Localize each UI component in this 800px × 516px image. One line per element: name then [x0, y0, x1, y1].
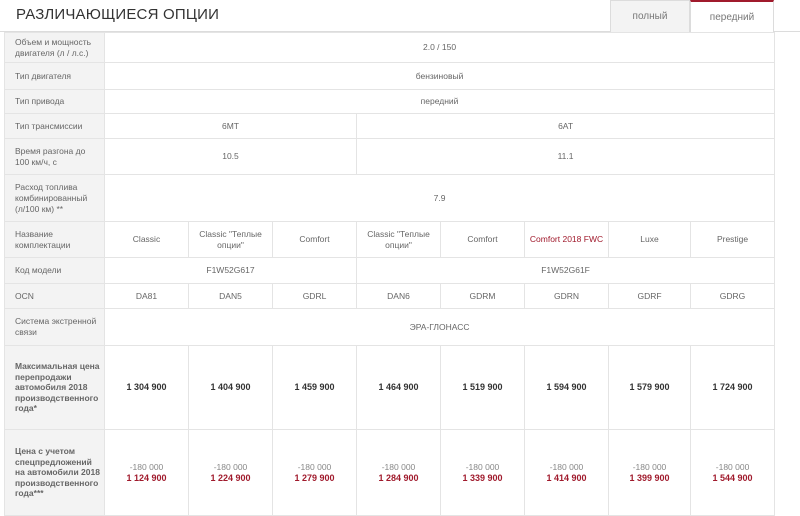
- discount-value: -180 000: [213, 461, 248, 472]
- row-engine-volume: Объем и мощность двигателя (л / л.с.) 2.…: [4, 32, 776, 63]
- row-label: Тип двигателя: [4, 62, 105, 90]
- cell-special-price: -180 000 1 284 900: [356, 429, 441, 516]
- row-label: Система экстренной связи: [4, 308, 105, 346]
- cell-value: F1W52G61F: [355, 257, 776, 284]
- discount-value: -180 000: [129, 461, 164, 472]
- final-price: 1 414 900: [546, 472, 587, 483]
- row-transmission: Тип трансмиссии 6MT 6AT: [4, 113, 776, 139]
- row-emergency-system: Система экстренной связи ЭРА-ГЛОНАСС: [4, 308, 776, 346]
- row-label: Объем и мощность двигателя (л / л.с.): [4, 32, 105, 63]
- cell-value: 6AT: [355, 113, 776, 139]
- cell-trim: Prestige: [689, 221, 776, 258]
- row-label: Расход топлива комбинированный (л/100 км…: [4, 174, 105, 222]
- row-label: Код модели: [4, 257, 105, 284]
- discount-value: -180 000: [549, 461, 584, 472]
- final-price: 1 124 900: [126, 472, 167, 483]
- final-price: 1 399 900: [629, 472, 670, 483]
- final-price: 1 224 900: [210, 472, 251, 483]
- cell-price: 1 519 900: [440, 345, 525, 430]
- cell-trim: Classic "Теплые опции": [356, 221, 441, 258]
- row-label: OCN: [4, 283, 105, 309]
- cell-ocn: GDRF: [608, 283, 691, 309]
- cell-value: 7.9: [103, 174, 776, 222]
- cell-special-price: -180 000 1 124 900: [104, 429, 189, 516]
- row-engine-type: Тип двигателя бензиновый: [4, 62, 776, 90]
- row-special-price: Цена с учетом спецпредложений на автомоб…: [4, 429, 776, 516]
- cell-price: 1 464 900: [356, 345, 441, 430]
- cell-trim: Comfort: [272, 221, 357, 258]
- row-acceleration: Время разгона до 100 км/ч, с 10.5 11.1: [4, 138, 776, 175]
- row-label: Тип привода: [4, 89, 105, 114]
- discount-value: -180 000: [465, 461, 500, 472]
- cell-value: 11.1: [355, 138, 776, 175]
- discount-value: -180 000: [715, 461, 750, 472]
- cell-trim: Classic "Теплые опции": [188, 221, 273, 258]
- cell-trim: Luxe: [608, 221, 691, 258]
- cell-trim: Classic: [104, 221, 189, 258]
- cell-value: 10.5: [104, 138, 357, 175]
- cell-trim-highlighted: Comfort 2018 FWC: [524, 221, 609, 258]
- row-fuel-consumption: Расход топлива комбинированный (л/100 км…: [4, 174, 776, 222]
- cell-ocn: DAN6: [356, 283, 441, 309]
- cell-trim: Comfort: [440, 221, 525, 258]
- cell-ocn: GDRL: [272, 283, 357, 309]
- row-label: Время разгона до 100 км/ч, с: [4, 138, 105, 175]
- cell-price: 1 404 900: [188, 345, 273, 430]
- row-label-max-price: Максимальная цена перепродажи автомобиля…: [4, 345, 105, 430]
- cell-value: F1W52G617: [104, 257, 357, 284]
- tab-full-drive[interactable]: полный: [610, 0, 690, 32]
- cell-ocn: GDRN: [524, 283, 609, 309]
- final-price: 1 284 900: [378, 472, 419, 483]
- cell-special-price: -180 000 1 414 900: [524, 429, 609, 516]
- cell-special-price: -180 000 1 339 900: [440, 429, 525, 516]
- cell-ocn: DA81: [104, 283, 189, 309]
- cell-ocn: GDRG: [689, 283, 776, 309]
- section-title: РАЗЛИЧАЮЩИЕСЯ ОПЦИИ: [16, 6, 220, 23]
- cell-price: 1 594 900: [524, 345, 609, 430]
- row-drive: Тип привода передний: [4, 89, 776, 114]
- row-max-price: Максимальная цена перепродажи автомобиля…: [4, 345, 776, 430]
- final-price: 1 279 900: [294, 472, 335, 483]
- cell-special-price: -180 000 1 399 900: [608, 429, 691, 516]
- row-trim-name: Название комплектации Classic Classic "Т…: [4, 221, 776, 258]
- tab-front-drive[interactable]: передний: [690, 0, 774, 33]
- row-label: Название комплектации: [4, 221, 105, 258]
- section-header: РАЗЛИЧАЮЩИЕСЯ ОПЦИИ полный передний: [0, 0, 800, 33]
- row-label: Тип трансмиссии: [4, 113, 105, 139]
- cell-value: ЭРА-ГЛОНАСС: [103, 308, 776, 346]
- row-model-code: Код модели F1W52G617 F1W52G61F: [4, 257, 776, 284]
- cell-ocn: DAN5: [188, 283, 273, 309]
- row-label-special-price: Цена с учетом спецпредложений на автомоб…: [4, 429, 105, 516]
- cell-value: бензиновый: [103, 62, 776, 90]
- cell-value: передний: [103, 89, 776, 114]
- discount-value: -180 000: [381, 461, 416, 472]
- final-price: 1 544 900: [712, 472, 753, 483]
- final-price: 1 339 900: [462, 472, 503, 483]
- cell-special-price: -180 000 1 544 900: [689, 429, 776, 516]
- discount-value: -180 000: [632, 461, 667, 472]
- cell-price: 1 579 900: [608, 345, 691, 430]
- options-table: Объем и мощность двигателя (л / л.с.) 2.…: [4, 32, 776, 516]
- cell-ocn: GDRM: [440, 283, 525, 309]
- cell-special-price: -180 000 1 279 900: [272, 429, 357, 516]
- cell-value: 2.0 / 150: [103, 32, 776, 63]
- cell-price: 1 304 900: [104, 345, 189, 430]
- cell-value: 6MT: [104, 113, 357, 139]
- cell-special-price: -180 000 1 224 900: [188, 429, 273, 516]
- row-ocn: OCN DA81 DAN5 GDRL DAN6 GDRM GDRN GDRF G…: [4, 283, 776, 309]
- cell-price: 1 459 900: [272, 345, 357, 430]
- discount-value: -180 000: [297, 461, 332, 472]
- cell-price: 1 724 900: [689, 345, 776, 430]
